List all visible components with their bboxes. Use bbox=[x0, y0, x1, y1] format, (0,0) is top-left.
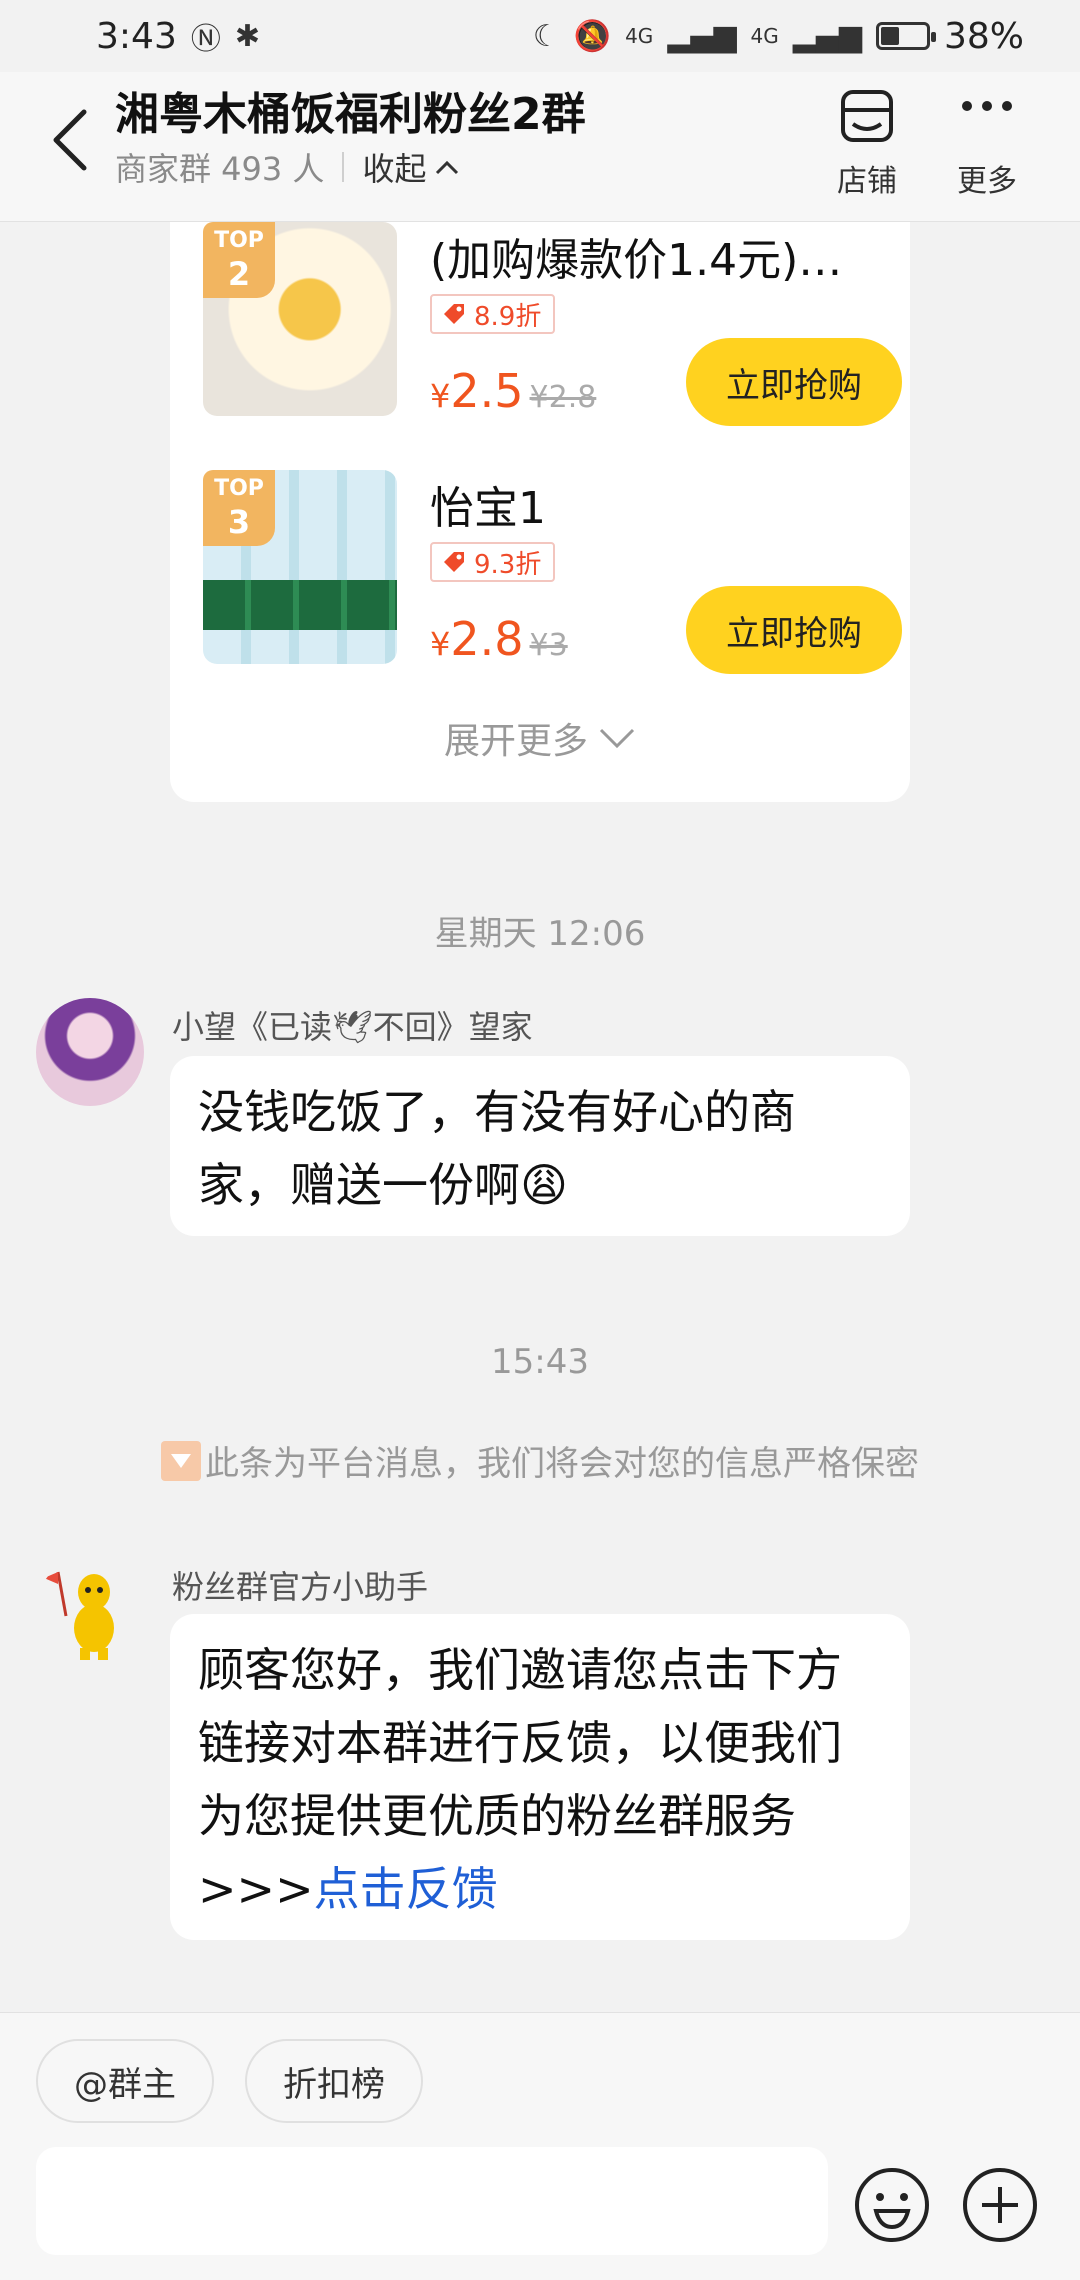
rank-top-label: TOP bbox=[214, 476, 264, 501]
buy-now-button[interactable]: 立即抢购 bbox=[686, 338, 902, 426]
message-text: 顾客您好，我们邀请您点击下方链接对本群进行反馈，以便我们为您提供更优质的粉丝群服… bbox=[198, 1643, 842, 1916]
system-notice: 此条为平台消息，我们将会对您的信息严格保密 bbox=[0, 1436, 1080, 1485]
store-button[interactable]: 店铺 bbox=[812, 86, 922, 200]
message-input[interactable] bbox=[36, 2147, 828, 2255]
back-button[interactable] bbox=[40, 100, 100, 180]
original-price: ¥3 bbox=[529, 628, 568, 663]
expand-more-label: 展开更多 bbox=[443, 721, 588, 762]
store-icon bbox=[841, 90, 893, 142]
input-bar: @群主 折扣榜 bbox=[0, 2012, 1080, 2280]
price-value: 2.5 bbox=[450, 364, 524, 418]
plus-icon[interactable] bbox=[960, 2165, 1040, 2245]
avatar[interactable] bbox=[36, 1556, 144, 1664]
group-title: 湘粤木桶饭福利粉丝2群 bbox=[115, 89, 586, 140]
down-arrow-icon bbox=[161, 1440, 201, 1481]
rank-top-label: TOP bbox=[214, 228, 264, 253]
more-label: 更多 bbox=[957, 164, 1017, 199]
chat-header: 湘粤木桶饭福利粉丝2群 商家群 493 人 收起 店铺 更多 bbox=[0, 72, 1080, 222]
discount-tag: 9.3折 bbox=[430, 542, 556, 582]
product-name: 怡宝1 bbox=[430, 483, 546, 534]
battery-percent: 38% bbox=[943, 15, 1024, 57]
avatar[interactable] bbox=[36, 998, 144, 1106]
mute-icon: 🔕 bbox=[573, 18, 612, 54]
signal-icon-2: 4G bbox=[750, 24, 779, 48]
divider bbox=[342, 152, 345, 182]
mascot-icon bbox=[44, 1571, 114, 1660]
message-timestamp: 星期天 12:06 bbox=[434, 914, 646, 954]
product-item[interactable]: TOP 2 (加购爆款价1.4元)… 8.9折 ¥2.5 ¥2.8 立即抢购 bbox=[203, 222, 902, 426]
rank-number: 2 bbox=[227, 255, 251, 293]
collapse-label: 收起 bbox=[362, 150, 427, 188]
price-symbol: ¥ bbox=[430, 625, 451, 663]
product-price: ¥2.8 ¥3 bbox=[430, 612, 568, 666]
message-timestamp: 15:43 bbox=[491, 1342, 589, 1382]
price-tag-icon bbox=[444, 304, 464, 324]
feedback-link[interactable]: 点击反馈 bbox=[314, 1862, 498, 1916]
sender-name: 小望《已读🕊不回》望家 bbox=[172, 1008, 533, 1046]
chevron-down-icon bbox=[599, 728, 635, 749]
message-bubble[interactable]: 顾客您好，我们邀请您点击下方链接对本群进行反馈，以便我们为您提供更优质的粉丝群服… bbox=[170, 1614, 910, 1940]
more-button[interactable]: 更多 bbox=[932, 86, 1042, 200]
expand-more-button[interactable]: 展开更多 bbox=[170, 712, 910, 764]
buy-now-button[interactable]: 立即抢购 bbox=[686, 586, 902, 674]
product-price: ¥2.5 ¥2.8 bbox=[430, 364, 596, 418]
mention-owner-chip[interactable]: @群主 bbox=[36, 2039, 214, 2123]
group-subinfo: 商家群 493 人 收起 bbox=[115, 144, 460, 190]
discount-text: 9.3折 bbox=[474, 549, 542, 580]
price-symbol: ¥ bbox=[430, 377, 451, 415]
status-bar: 3:43 Ⓝ ✱ ☾ 🔕 4G ▂▄▆ 4G ▂▄▆ 38% bbox=[0, 0, 1080, 72]
collapse-toggle[interactable]: 收起 bbox=[362, 144, 460, 190]
signal-bars-icon-1: ▂▄▆ bbox=[667, 18, 737, 54]
chevron-left-icon bbox=[53, 109, 87, 171]
member-count: 商家群 493 人 bbox=[115, 150, 325, 188]
bluetooth-icon: ✱ bbox=[234, 18, 260, 54]
rank-badge: TOP 3 bbox=[203, 470, 275, 546]
product-item[interactable]: TOP 3 怡宝1 9.3折 ¥2.8 ¥3 立即抢购 bbox=[203, 470, 902, 674]
battery-icon bbox=[875, 22, 936, 50]
chevron-up-icon bbox=[436, 160, 459, 175]
discount-rank-chip[interactable]: 折扣榜 bbox=[245, 2039, 423, 2123]
emoji-icon[interactable] bbox=[852, 2165, 932, 2245]
system-notice-text: 此条为平台消息，我们将会对您的信息严格保密 bbox=[205, 1444, 919, 1484]
signal-icon-1: 4G bbox=[625, 24, 654, 48]
rank-number: 3 bbox=[227, 503, 251, 541]
more-dots-icon bbox=[962, 101, 1012, 111]
signal-bars-icon-2: ▂▄▆ bbox=[792, 18, 862, 54]
sender-name: 粉丝群官方小助手 bbox=[172, 1568, 429, 1606]
status-time: 3:43 bbox=[96, 15, 177, 57]
message-bubble[interactable]: 没钱吃饭了，有没有好心的商家，赠送一份啊😩 bbox=[170, 1056, 910, 1236]
nfc-icon: Ⓝ bbox=[190, 22, 221, 57]
rank-badge: TOP 2 bbox=[203, 222, 275, 298]
store-label: 店铺 bbox=[837, 164, 897, 199]
moon-icon: ☾ bbox=[532, 18, 560, 54]
discount-text: 8.9折 bbox=[474, 301, 542, 332]
discount-tag: 8.9折 bbox=[430, 294, 556, 334]
discount-ranking-card: TOP 2 (加购爆款价1.4元)… 8.9折 ¥2.5 ¥2.8 立即抢购 TO… bbox=[170, 222, 910, 802]
message-text: 没钱吃饭了，有没有好心的商家，赠送一份啊😩 bbox=[198, 1085, 796, 1212]
original-price: ¥2.8 bbox=[529, 380, 597, 415]
price-value: 2.8 bbox=[450, 612, 524, 666]
price-tag-icon bbox=[444, 552, 464, 572]
product-name: (加购爆款价1.4元)… bbox=[430, 235, 843, 286]
